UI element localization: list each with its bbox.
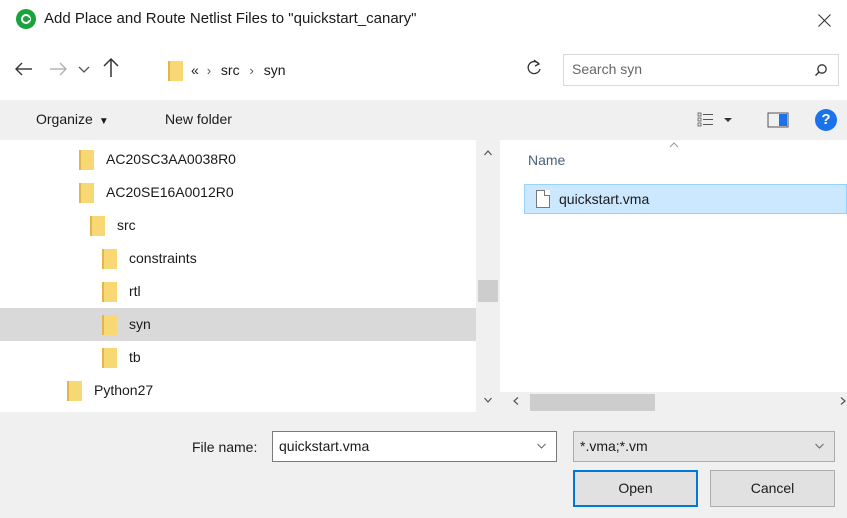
forward-arrow-icon[interactable]	[46, 57, 70, 81]
file-icon	[536, 190, 550, 208]
refresh-icon[interactable]	[523, 57, 545, 79]
window-title: Add Place and Route Netlist Files to "qu…	[44, 10, 417, 27]
file-list: Name quickstart.vma	[500, 140, 847, 392]
scroll-left-icon[interactable]	[513, 397, 519, 405]
folder-icon	[102, 282, 117, 302]
chevron-down-icon[interactable]	[537, 443, 546, 449]
file-name-input[interactable]	[279, 438, 529, 454]
breadcrumb-overflow[interactable]: «	[191, 62, 199, 78]
tree-item-label: rtl	[129, 283, 141, 299]
tree-item-src[interactable]: src	[0, 209, 476, 242]
tree-item-constraints[interactable]: constraints	[0, 242, 476, 275]
file-type-value: *.vma;*.vm	[580, 438, 648, 454]
search-icon	[815, 64, 827, 76]
tree-item-ac20se16a0012r0[interactable]: AC20SE16A0012R0	[0, 176, 476, 209]
file-type-select[interactable]: *.vma;*.vm	[573, 431, 835, 462]
tree-item-python27[interactable]: Python27	[0, 374, 476, 407]
caret-down-icon: ▼	[98, 116, 109, 127]
open-button[interactable]: Open	[573, 470, 698, 507]
command-toolbar: Organize ▼ New folder ?	[0, 100, 847, 140]
tree-item-label: src	[117, 217, 136, 233]
cancel-button[interactable]: Cancel	[710, 470, 835, 507]
file-list-horizontal-scrollbar[interactable]	[500, 392, 847, 412]
breadcrumb: « › src › syn	[191, 62, 286, 78]
scroll-down-icon[interactable]	[484, 397, 492, 403]
tree-item-label: Python27	[94, 382, 154, 398]
scroll-right-icon[interactable]	[840, 397, 846, 405]
scrollbar-thumb[interactable]	[478, 280, 498, 302]
folder-icon	[79, 183, 94, 203]
breadcrumb-separator: ›	[249, 63, 254, 78]
scrollbar-thumb[interactable]	[530, 394, 655, 411]
folder-icon	[102, 249, 117, 269]
file-dialog-footer: File name: *.vma;*.vm Open Cancel	[0, 412, 847, 518]
help-button[interactable]: ?	[815, 109, 837, 131]
folder-icon	[90, 216, 105, 236]
chevron-down-icon	[815, 443, 824, 449]
scroll-up-icon[interactable]	[484, 150, 492, 156]
tree-item-rtl[interactable]: rtl	[0, 275, 476, 308]
close-icon	[818, 14, 831, 27]
folder-icon	[168, 61, 183, 81]
back-arrow-icon[interactable]	[12, 57, 36, 81]
tree-item-label: AC20SC3AA0038R0	[106, 151, 236, 167]
tree-item-ac20sc3aa0038r0[interactable]: AC20SC3AA0038R0	[0, 143, 476, 176]
new-folder-button[interactable]: New folder	[165, 111, 232, 127]
file-row[interactable]: quickstart.vma	[524, 184, 847, 214]
close-button[interactable]	[801, 0, 847, 40]
address-bar[interactable]: « › src › syn	[160, 54, 676, 86]
organize-button[interactable]: Organize ▼	[36, 111, 109, 127]
folder-icon	[102, 315, 117, 335]
folder-icon	[79, 150, 94, 170]
navigation-tree: AC20SC3AA0038R0 AC20SE16A0012R0 src cons…	[0, 140, 500, 410]
up-arrow-icon[interactable]	[99, 55, 123, 81]
file-name: quickstart.vma	[559, 191, 650, 207]
column-header-name[interactable]: Name	[528, 152, 565, 168]
breadcrumb-syn[interactable]: syn	[264, 62, 286, 78]
search-box[interactable]	[563, 54, 839, 86]
change-view-icon[interactable]	[697, 112, 737, 128]
sort-indicator-icon	[669, 142, 679, 148]
recent-locations-chevron-icon[interactable]	[76, 58, 92, 80]
app-icon	[16, 9, 36, 29]
tree-item-label: syn	[129, 316, 151, 332]
tree-item-syn[interactable]: syn	[0, 308, 476, 341]
file-name-combobox[interactable]	[272, 431, 557, 462]
preview-pane-icon[interactable]	[767, 112, 789, 128]
folder-icon	[102, 348, 117, 368]
tree-item-tb[interactable]: tb	[0, 341, 476, 374]
breadcrumb-separator: ›	[206, 63, 212, 78]
tree-item-label: tb	[129, 349, 141, 365]
title-bar: Add Place and Route Netlist Files to "qu…	[0, 0, 847, 40]
search-input[interactable]	[572, 61, 802, 77]
tree-item-label: constraints	[129, 250, 197, 266]
navigation-bar: « › src › syn	[0, 40, 847, 100]
organize-label: Organize	[36, 111, 93, 127]
tree-vertical-scrollbar[interactable]	[476, 140, 500, 412]
file-name-label: File name:	[192, 439, 258, 455]
tree-item-label: AC20SE16A0012R0	[106, 184, 234, 200]
folder-icon	[67, 381, 82, 401]
breadcrumb-src[interactable]: src	[221, 62, 240, 78]
